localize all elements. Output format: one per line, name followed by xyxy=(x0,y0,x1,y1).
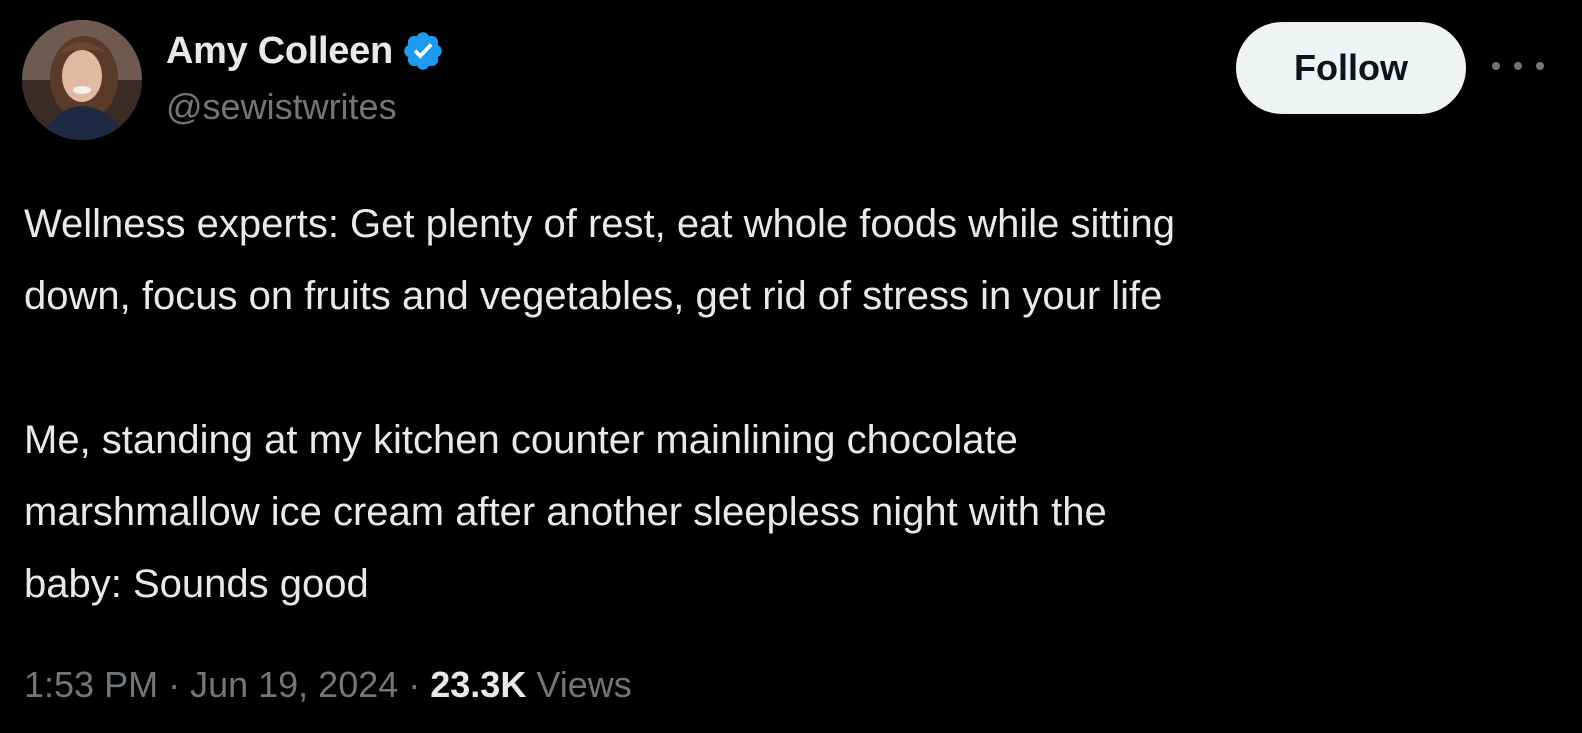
tweet-text: Wellness experts: Get plenty of rest, ea… xyxy=(24,188,1554,620)
follow-button[interactable]: Follow xyxy=(1236,22,1466,114)
views-label: Views xyxy=(536,664,632,705)
meta-separator: · xyxy=(168,664,181,705)
avatar-photo xyxy=(22,20,142,140)
author-name[interactable]: Amy Colleen xyxy=(166,30,393,73)
dot xyxy=(1536,62,1544,70)
views-count[interactable]: 23.3K xyxy=(430,664,526,706)
dot xyxy=(1492,62,1500,70)
tweet-line: down, focus on fruits and vegetables, ge… xyxy=(24,274,1163,318)
tweet-line: marshmallow ice cream after another slee… xyxy=(24,490,1107,534)
tweet-line: Wellness experts: Get plenty of rest, ea… xyxy=(24,202,1175,246)
tweet-card: Amy Colleen @sewistwrites Follow Wellnes… xyxy=(0,0,1582,733)
tweet-date[interactable]: Jun 19, 2024 xyxy=(190,664,398,706)
tweet-line: baby: Sounds good xyxy=(24,562,369,606)
verified-badge-icon[interactable] xyxy=(401,29,445,73)
tweet-time[interactable]: 1:53 PM xyxy=(24,664,158,706)
tweet-line: Me, standing at my kitchen counter mainl… xyxy=(24,418,1018,462)
author-handle[interactable]: @sewistwrites xyxy=(166,86,397,128)
avatar[interactable] xyxy=(22,20,142,140)
more-dots-icon[interactable] xyxy=(1492,48,1544,84)
tweet-meta: 1:53 PM · Jun 19, 2024 · 23.3K Views xyxy=(24,664,632,706)
dot xyxy=(1514,62,1522,70)
author-name-row: Amy Colleen xyxy=(166,28,445,74)
meta-separator: · xyxy=(408,664,421,705)
